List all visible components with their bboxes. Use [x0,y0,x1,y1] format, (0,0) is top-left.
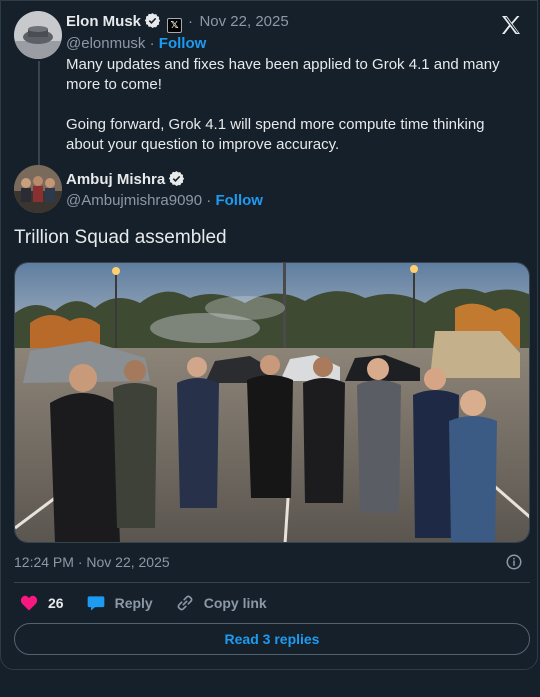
parent-tweet-text-line-1: Many updates and fixes have been applied… [66,56,500,73]
tweet-date[interactable]: Nov 22, 2025 [199,13,288,30]
group-photo-illustration [15,263,529,542]
info-icon[interactable] [505,553,523,571]
dot-separator: · [145,35,159,52]
verified-badge-icon [169,171,185,186]
reply-button[interactable]: Reply [86,593,153,613]
dot-separator: · [202,192,216,209]
tweet-timestamp[interactable]: 12:24 PM · Nov 22, 2025 [14,554,170,570]
reply-label: Reply [114,595,153,611]
embedded-tweet-card: Elon Musk 𝕏 · Nov 22, 2025 @elonmusk · Fol… [0,0,538,670]
link-icon [177,595,193,611]
copy-link-label: Copy link [203,595,267,611]
parent-handle-row: @elonmusk · Follow [66,35,206,53]
author-handle[interactable]: @Ambujmishra9090 [66,192,202,209]
divider [14,582,530,583]
x-affiliate-badge-icon: 𝕏 [167,18,183,33]
parent-tweet-text-line-3: Going forward, Grok 4.1 will spend more … [66,116,485,133]
follow-button[interactable]: Follow [159,35,207,52]
action-bar: 26 Reply Copy link [19,591,289,615]
like-count: 26 [48,595,64,611]
author-handle[interactable]: @elonmusk [66,35,145,52]
verified-badge-icon [144,13,161,28]
thread-connector-line [38,61,40,165]
follow-button[interactable]: Follow [215,192,263,209]
like-button[interactable]: 26 [19,593,64,613]
main-tweet-text: Trillion Squad assembled [14,227,227,248]
parent-tweet-text-line-2: more to come! [66,76,162,93]
ambuj-mishra-avatar[interactable] [14,165,62,213]
copy-link-button[interactable]: Copy link [175,593,267,613]
author-name[interactable]: Ambuj Mishra [66,171,165,188]
elon-musk-avatar[interactable] [14,11,62,59]
main-tweet-header: Ambuj Mishra [66,170,185,189]
parent-tweet-text-line-4: about your question to improve accuracy. [66,136,340,153]
dot-separator: · [188,13,194,30]
reply-bubble-icon [87,596,104,611]
author-name[interactable]: Elon Musk [66,13,141,30]
heart-icon [20,595,38,611]
read-replies-button[interactable]: Read 3 replies [14,623,530,655]
parent-tweet-header: Elon Musk 𝕏 · Nov 22, 2025 [66,12,289,33]
tweet-photo[interactable] [14,262,530,543]
x-logo-icon[interactable] [499,13,523,37]
main-handle-row: @Ambujmishra9090 · Follow [66,192,263,210]
